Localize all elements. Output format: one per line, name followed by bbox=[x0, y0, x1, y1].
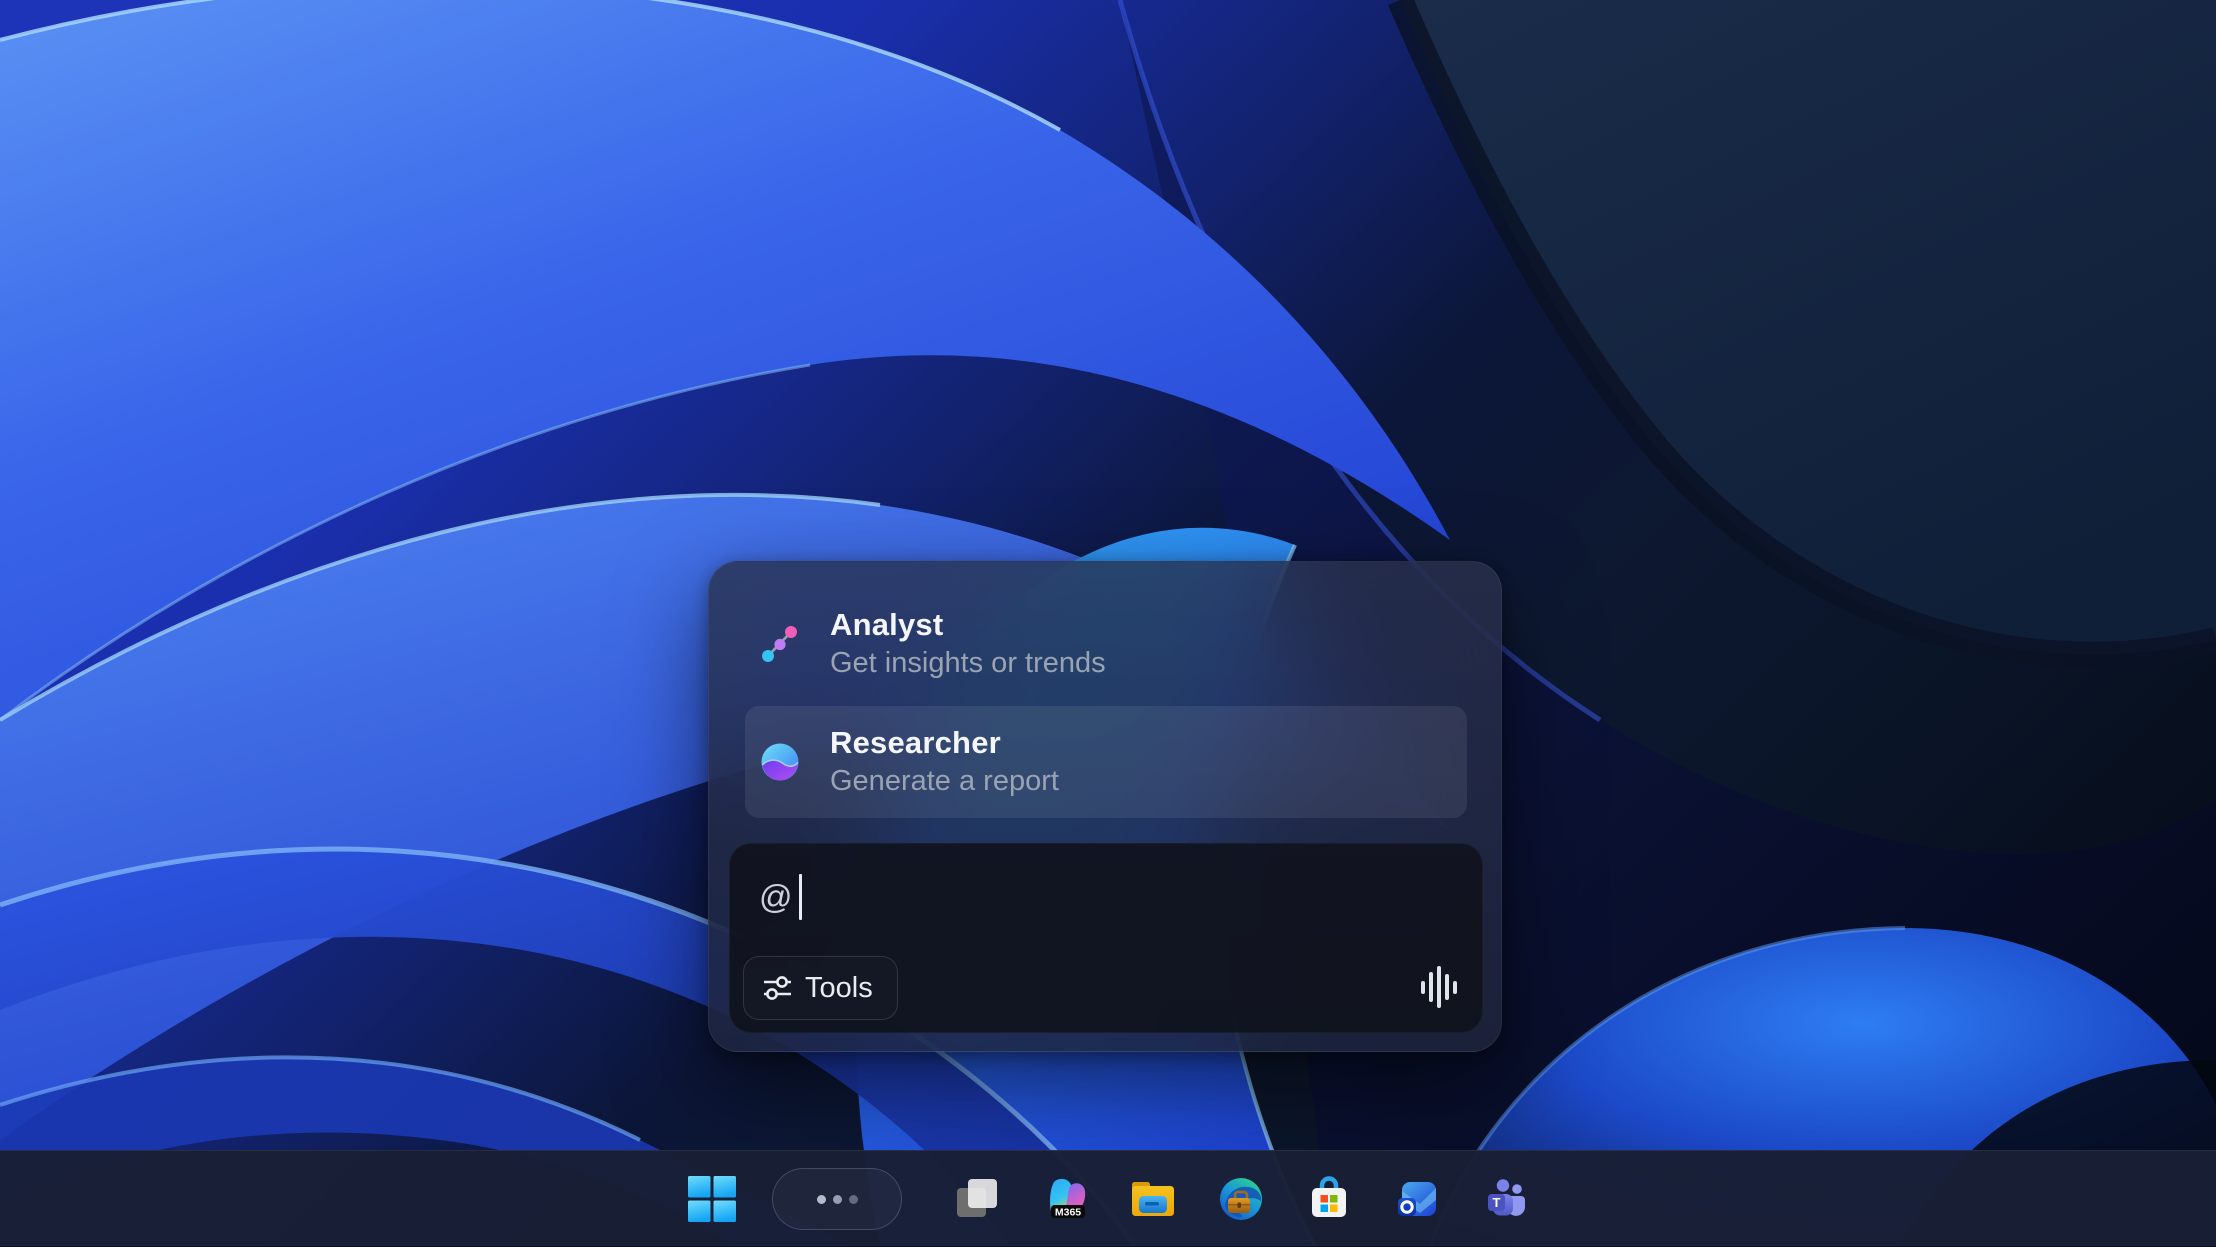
file-explorer-button[interactable] bbox=[1128, 1174, 1178, 1224]
m365-copilot-icon: M365 bbox=[1041, 1175, 1089, 1223]
voice-input-button[interactable] bbox=[1416, 964, 1462, 1010]
task-view-button[interactable] bbox=[952, 1174, 1002, 1224]
teams-button[interactable]: T bbox=[1480, 1174, 1530, 1224]
researcher-icon bbox=[760, 740, 800, 784]
taskbar-items: M365 bbox=[687, 1151, 1530, 1247]
text-caret bbox=[799, 874, 802, 920]
voice-waveform-icon bbox=[1421, 966, 1456, 1008]
m365-badge: M365 bbox=[1055, 1207, 1081, 1219]
agent-title: Researcher bbox=[830, 723, 1059, 762]
prompt-value: @ bbox=[759, 878, 793, 916]
teams-people-icon: T bbox=[1481, 1175, 1529, 1223]
ellipsis-dot bbox=[833, 1195, 842, 1204]
store-bag-icon bbox=[1305, 1175, 1353, 1223]
analyst-icon bbox=[760, 622, 800, 666]
agent-option-researcher[interactable]: Researcher Generate a report bbox=[745, 706, 1467, 818]
m365-copilot-button[interactable]: M365 bbox=[1040, 1174, 1090, 1224]
windows-start-icon bbox=[687, 1175, 737, 1223]
edge-work-button[interactable] bbox=[1216, 1174, 1266, 1224]
tools-button-label: Tools bbox=[805, 972, 873, 1005]
prompt-text-line: @ bbox=[759, 874, 802, 920]
agent-title: Analyst bbox=[830, 605, 1106, 644]
taskbar: M365 bbox=[0, 1150, 2216, 1246]
desktop: { "copilot_panel": { "agents": [ { "labe… bbox=[0, 0, 2216, 1246]
outlook-button[interactable] bbox=[1392, 1174, 1442, 1224]
outlook-envelope-icon bbox=[1393, 1175, 1441, 1223]
tools-button[interactable]: Tools bbox=[743, 956, 898, 1020]
ellipsis-dot bbox=[849, 1195, 858, 1204]
microsoft-store-button[interactable] bbox=[1304, 1174, 1354, 1224]
agent-option-analyst[interactable]: Analyst Get insights or trends bbox=[745, 588, 1467, 700]
folder-icon bbox=[1129, 1175, 1177, 1223]
agent-description: Get insights or trends bbox=[830, 644, 1106, 683]
copilot-prompt-panel: Analyst Get insights or trends R bbox=[708, 561, 1502, 1052]
prompt-input[interactable]: @ Tools bbox=[729, 843, 1483, 1033]
taskbar-search-pill[interactable] bbox=[772, 1168, 902, 1230]
agent-description: Generate a report bbox=[830, 762, 1059, 801]
ellipsis-dot bbox=[817, 1195, 826, 1204]
filter-sliders-icon bbox=[762, 974, 793, 1002]
start-button[interactable] bbox=[687, 1174, 737, 1224]
edge-briefcase-icon bbox=[1217, 1175, 1265, 1223]
teams-badge: T bbox=[1493, 1195, 1501, 1210]
task-view-icon bbox=[953, 1175, 1001, 1223]
